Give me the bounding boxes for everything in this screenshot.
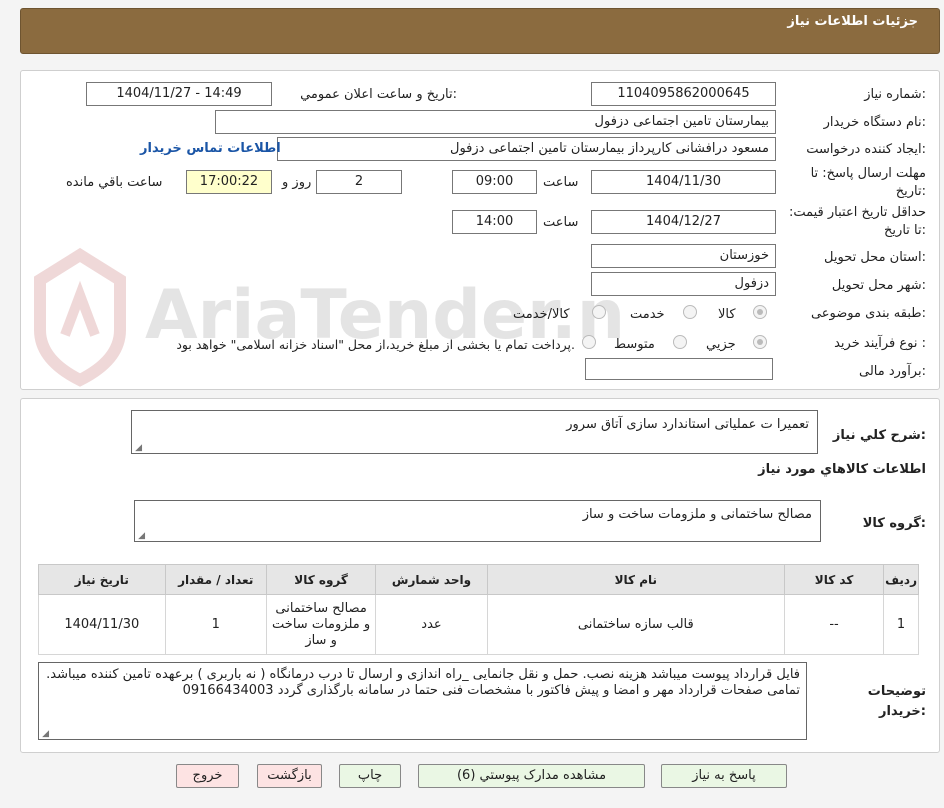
estimate-field	[585, 358, 773, 380]
creator-field: مسعود درافشانی کارپرداز بیمارستان تامین …	[277, 137, 776, 161]
category-both-label: کالا/خدمت	[513, 307, 570, 322]
category-both-radio[interactable]	[592, 305, 606, 319]
cell-goods-group: مصالح ساختمانی و ملزومات ساخت و ساز	[265, 594, 377, 655]
deadline-time-field: 09:00	[452, 170, 537, 194]
print-button[interactable]: چاپ	[339, 764, 401, 788]
remaining-time-field: 17:00:22	[186, 170, 272, 194]
col-header: نام کالا	[486, 564, 785, 595]
col-header: کد کالا	[783, 564, 885, 595]
col-header: رديف	[883, 564, 919, 595]
validity-hour-label: ساعت	[543, 215, 579, 230]
category-label: طبقه بندی موضوعی:	[810, 306, 926, 321]
remaining-label: ساعت باقي مانده	[66, 175, 163, 190]
buyer-contact-link[interactable]: اطلاعات تماس خریدار	[140, 141, 281, 156]
city-field: دزفول	[591, 272, 776, 296]
validity-label: حداقل تاریخ اعتبار قیمت: تا تاریخ:	[788, 205, 926, 238]
page-title: جزئیات اطلاعات نیاز	[787, 14, 918, 29]
cell-item-code: --	[783, 594, 885, 655]
buyer-notes-label: توضيحات خریدار:	[867, 684, 926, 719]
col-header: گروه کالا	[265, 564, 377, 595]
creator-label: ایجاد کننده درخواست:	[806, 142, 926, 157]
category-service-label: خدمت	[630, 307, 665, 322]
deadline-date-field: 1404/11/30	[591, 170, 776, 194]
announce-date-field: 1404/11/27 - 14:49	[86, 82, 272, 106]
col-header: تعداد / مقدار	[164, 564, 267, 595]
goods-info-title: اطلاعات کالاهاي مورد نیاز	[758, 462, 926, 477]
buyer-org-field: بیمارستان تامین اجتماعی دزفول	[215, 110, 776, 134]
col-header: واحد شمارش	[375, 564, 488, 595]
process-treasury-checkbox[interactable]	[582, 335, 596, 349]
cell-quantity: 1	[164, 594, 267, 655]
process-note: پرداخت تمام يا بخشی از مبلغ خرید،از محل …	[176, 337, 575, 352]
exit-button[interactable]: خروج	[176, 764, 239, 788]
goods-group-label: گروه کالا:	[862, 516, 926, 531]
process-minor-radio[interactable]	[753, 335, 767, 349]
province-field: خوزستان	[591, 244, 776, 268]
attachments-button[interactable]: مشاهده مدارک پیوستي (6)	[418, 764, 645, 788]
table-row: 1 -- قالب سازه ساختمانی عدد مصالح ساختما…	[38, 594, 919, 655]
process-minor-label: جزیي	[706, 337, 736, 352]
cell-row-number: 1	[883, 594, 919, 655]
validity-date-field: 1404/12/27	[591, 210, 776, 234]
goods-group-textarea[interactable]: مصالح ساختمانی و ملزومات ساخت و ساز ◢	[134, 500, 821, 542]
buyer-org-label: نام دستگاه خريدار:	[823, 115, 926, 130]
buyer-notes-text: فایل قرارداد پیوست میباشد هزینه نصب. حمل…	[46, 667, 800, 698]
resize-grip-icon[interactable]: ◢	[137, 532, 145, 541]
process-label: نوع فرآیند خرید :	[834, 336, 926, 351]
category-goods-label: کالا	[718, 307, 736, 322]
process-medium-radio[interactable]	[673, 335, 687, 349]
announce-date-label: تاریخ و ساعت اعلان عمومي:	[300, 87, 457, 102]
category-goods-radio[interactable]	[753, 305, 767, 319]
general-desc-textarea[interactable]: تعمیرا ت عملیاتی استاندارد سازی آتاق سرو…	[131, 410, 818, 454]
resize-grip-icon[interactable]: ◢	[134, 444, 142, 453]
cell-item-name: قالب سازه ساختمانی	[486, 594, 785, 655]
category-service-radio[interactable]	[683, 305, 697, 319]
deadline-label: مهلت ارسال پاسخ: تا تاریخ:	[810, 166, 926, 199]
resize-grip-icon[interactable]: ◢	[41, 730, 49, 739]
general-desc-label: شرح کلي نیاز:	[832, 428, 926, 443]
need-number-field: 1104095862000645	[591, 82, 776, 106]
buyer-notes-textarea[interactable]: فایل قرارداد پیوست میباشد هزینه نصب. حمل…	[38, 662, 807, 740]
province-label: استان محل تحویل:	[824, 250, 926, 265]
days-label: روز و	[282, 175, 312, 190]
goods-table: رديف کد کالا نام کالا واحد شمارش گروه کا…	[38, 564, 919, 655]
reply-button[interactable]: پاسخ به نیاز	[661, 764, 787, 788]
table-header-row: رديف کد کالا نام کالا واحد شمارش گروه کا…	[38, 564, 919, 595]
goods-group-text: مصالح ساختمانی و ملزومات ساخت و ساز	[582, 507, 812, 522]
city-label: شهر محل تحویل:	[831, 278, 926, 293]
validity-time-field: 14:00	[452, 210, 537, 234]
general-desc-text: تعمیرا ت عملیاتی استاندارد سازی آتاق سرو…	[566, 417, 809, 432]
need-number-label: شماره نیاز:	[864, 87, 926, 102]
back-button[interactable]: بازگشت	[257, 764, 322, 788]
remaining-days-field: 2	[316, 170, 402, 194]
process-medium-label: متوسط	[614, 337, 655, 352]
estimate-label: برآورد مالی:	[859, 364, 926, 379]
col-header: تاریخ نیاز	[38, 564, 166, 595]
deadline-hour-label: ساعت	[543, 175, 579, 190]
cell-unit: عدد	[375, 594, 488, 655]
cell-need-date: 1404/11/30	[38, 594, 166, 655]
